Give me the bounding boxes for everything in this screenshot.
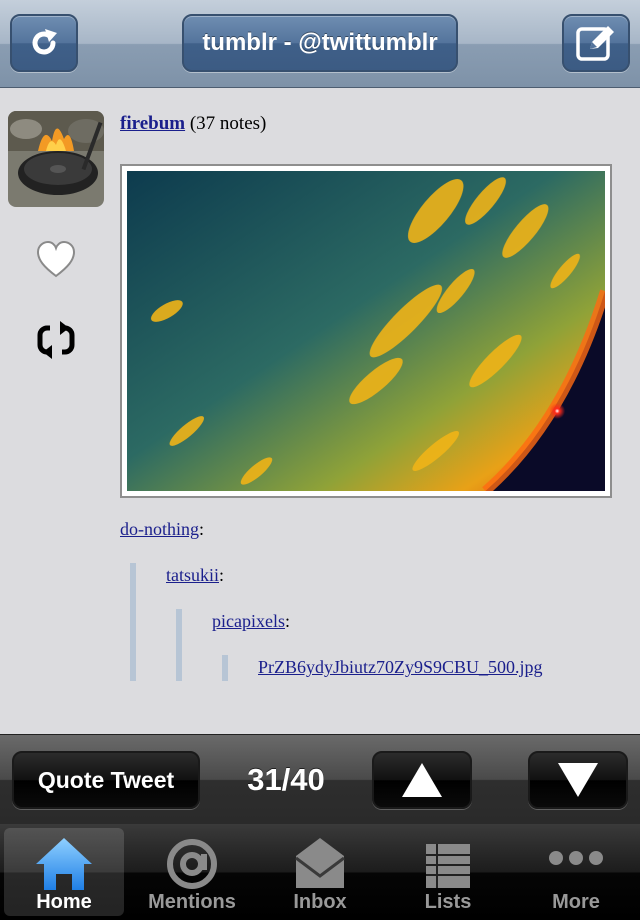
down-arrow-icon <box>558 763 598 797</box>
chain-user-link[interactable]: tatsukii <box>166 565 219 585</box>
more-icon <box>549 851 603 865</box>
tab-bar: Home Mentions Inbox Lists More <box>0 824 640 920</box>
post-header: firebum (37 notes) <box>120 113 266 135</box>
reblog-icon <box>37 321 75 359</box>
chain-user-link[interactable]: do-nothing <box>120 519 199 539</box>
inbox-icon <box>295 838 345 888</box>
tab-inbox[interactable]: Inbox <box>260 828 380 916</box>
quote-bar <box>130 563 136 681</box>
nav-bar: tumblr - @twittumblr <box>0 0 640 88</box>
author-link[interactable]: firebum <box>120 113 185 134</box>
account-title-button[interactable]: tumblr - @twittumblr <box>182 14 458 72</box>
quote-tweet-button[interactable]: Quote Tweet <box>12 751 200 809</box>
like-button[interactable] <box>36 240 76 279</box>
previous-post-button[interactable] <box>372 751 472 809</box>
reblog-chain-item: picapixels: <box>212 611 290 631</box>
reblog-button[interactable] <box>36 321 76 359</box>
author-avatar[interactable] <box>8 111 104 207</box>
home-icon <box>36 838 92 890</box>
notes-count: (37 notes) <box>189 113 267 134</box>
refresh-button[interactable] <box>10 14 78 72</box>
tab-more[interactable]: More <box>516 828 636 916</box>
quote-bar <box>222 655 228 681</box>
compose-button[interactable] <box>562 14 630 72</box>
heart-icon <box>36 240 76 278</box>
quote-bar <box>176 609 182 681</box>
bottom-toolbar: Quote Tweet 31/40 <box>0 734 640 824</box>
refresh-icon <box>32 29 57 55</box>
next-post-button[interactable] <box>528 751 628 809</box>
reblog-chain-item: PrZB6ydyJbiutz70Zy9S9CBU_500.jpg <box>258 657 543 678</box>
post-photo[interactable] <box>120 164 612 498</box>
list-icon <box>426 844 470 888</box>
image-file-link[interactable]: PrZB6ydyJbiutz70Zy9S9CBU_500.jpg <box>258 657 543 677</box>
reblog-chain-item: tatsukii: <box>166 565 225 585</box>
chain-user-link[interactable]: picapixels <box>212 611 285 631</box>
up-arrow-icon <box>402 763 442 797</box>
tab-lists[interactable]: Lists <box>388 828 508 916</box>
tab-home[interactable]: Home <box>4 828 124 916</box>
reblog-chain-item: do-nothing: <box>120 519 205 539</box>
compose-icon <box>576 26 614 61</box>
post-counter: 31/40 <box>247 762 325 797</box>
at-icon <box>167 839 217 889</box>
post-view: firebum (37 notes) do-nothing: tatsukii:… <box>0 89 640 734</box>
photo-image <box>127 171 605 491</box>
tab-mentions[interactable]: Mentions <box>132 828 252 916</box>
